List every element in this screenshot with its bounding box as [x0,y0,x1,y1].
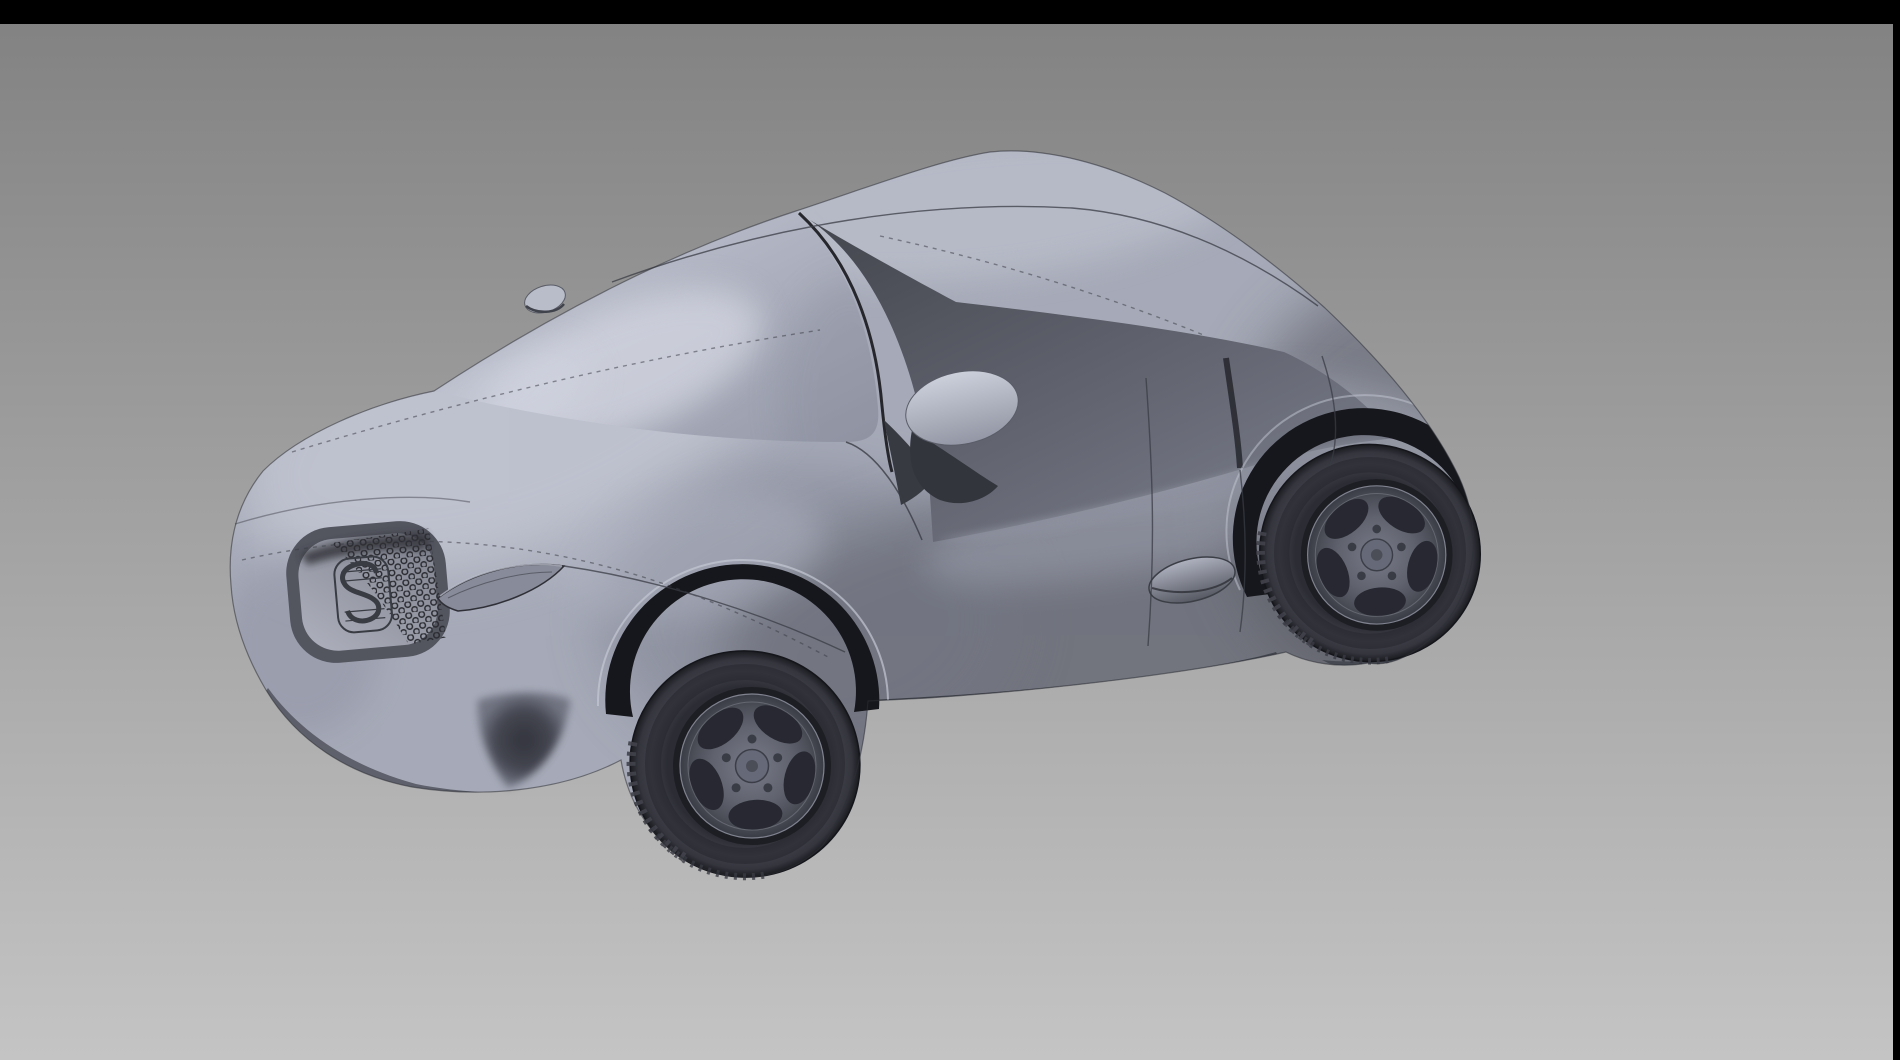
viewport[interactable] [0,0,1900,1060]
letterbox-top-bar [0,0,1900,24]
grille [282,517,453,666]
viewport-canvas[interactable] [0,0,1900,1060]
letterbox-right-bar [1893,0,1900,1060]
